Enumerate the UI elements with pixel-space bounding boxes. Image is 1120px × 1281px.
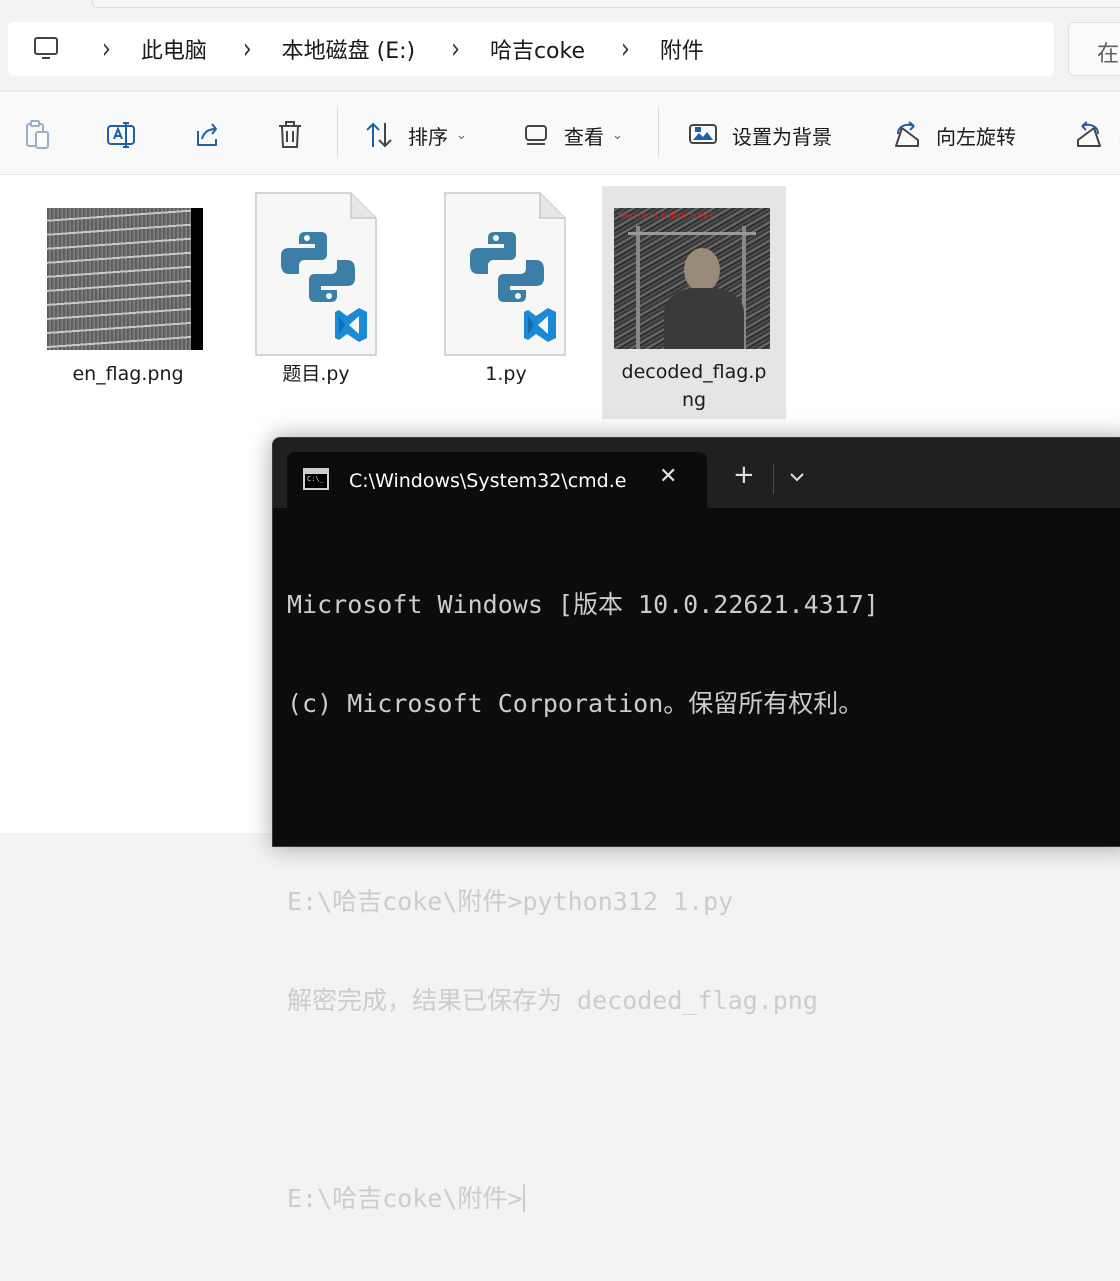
rotate-left-label: 向左旋转: [936, 124, 1016, 149]
thumbnail-overlay-text: flag{hello_hajimi_coke}: [618, 211, 714, 220]
chevron-down-icon[interactable]: [789, 472, 805, 482]
python-file-icon: [444, 192, 566, 356]
thumbnail-border: [191, 208, 203, 350]
view-button[interactable]: 查看 ⌄: [524, 117, 623, 153]
delete-button[interactable]: [276, 117, 304, 153]
breadcrumb[interactable]: › 此电脑 › 本地磁盘 (E:) › 哈吉coke › 附件: [8, 22, 1054, 76]
rotate-right-button[interactable]: 向: [1074, 117, 1120, 153]
rename-button[interactable]: [106, 117, 138, 153]
address-bar-area: › 此电脑 › 本地磁盘 (E:) › 哈吉coke › 附件 在: [0, 0, 1120, 92]
sort-button[interactable]: 排序 ⌄: [364, 117, 467, 153]
close-tab-icon[interactable]: ✕: [659, 464, 677, 489]
share-icon: [197, 123, 217, 146]
sort-label: 排序: [408, 124, 448, 149]
share-button[interactable]: [192, 117, 222, 153]
terminal-line: Microsoft Windows [版本 10.0.22621.4317]: [287, 590, 879, 619]
trash-icon: [279, 121, 301, 148]
chevron-right-icon[interactable]: ›: [621, 33, 630, 66]
terminal-line: (c) Microsoft Corporation。保留所有权利。: [287, 689, 864, 718]
toolbar-divider: [337, 107, 338, 157]
tab-strip-edge: [92, 0, 1120, 8]
file-item-en-flag[interactable]: en_flag.png: [38, 194, 218, 414]
chevron-right-icon[interactable]: ›: [243, 33, 252, 66]
command-bar: 排序 ⌄ 查看 ⌄ 设置为背景 向左旋转: [0, 93, 1120, 175]
paste-button[interactable]: [24, 117, 52, 153]
terminal-line: E:\哈吉coke\附件>python312 1.py: [287, 887, 734, 916]
terminal-window[interactable]: C:\Windows\System32\cmd.e ✕ + Microsoft …: [272, 437, 1120, 1213]
terminal-titlebar[interactable]: C:\Windows\System32\cmd.e ✕ +: [273, 438, 1120, 508]
breadcrumb-this-pc[interactable]: 此电脑: [141, 33, 207, 65]
terminal-line: 解密完成，结果已保存为 decoded_flag.png: [287, 986, 818, 1015]
file-item-1-py[interactable]: 1.py: [418, 192, 594, 414]
chevron-right-icon[interactable]: ›: [451, 33, 460, 66]
rotate-left-icon: [895, 121, 919, 147]
search-placeholder: 在: [1097, 42, 1120, 67]
image-thumbnail: flag{hello_hajimi_coke}: [614, 208, 770, 349]
toolbar-divider: [658, 107, 659, 157]
file-name: 题目.py: [282, 363, 350, 385]
file-item-decoded-flag[interactable]: flag{hello_hajimi_coke} decoded_flag.p n…: [602, 186, 786, 419]
sort-icon: [366, 122, 392, 148]
search-input[interactable]: 在: [1068, 22, 1120, 76]
text-cursor: [523, 1184, 526, 1212]
terminal-output[interactable]: Microsoft Windows [版本 10.0.22621.4317] (…: [287, 522, 879, 1281]
set-as-background-button[interactable]: 设置为背景: [688, 117, 832, 153]
terminal-prompt: E:\哈吉coke\附件>: [287, 1184, 523, 1213]
image-thumbnail: [47, 208, 191, 350]
titlebar-divider: [773, 464, 774, 494]
set-as-background-label: 设置为背景: [732, 124, 832, 149]
clipboard-icon: [26, 120, 49, 149]
view-icon: [525, 125, 547, 145]
rename-icon: [107, 122, 135, 148]
view-label: 查看: [564, 124, 604, 149]
breadcrumb-folder-attachments[interactable]: 附件: [660, 33, 704, 65]
rotate-right-icon: [1077, 121, 1101, 147]
breadcrumb-folder-hajicoke[interactable]: 哈吉coke: [490, 33, 585, 65]
chevron-right-icon[interactable]: ›: [102, 33, 111, 66]
file-item-timu-py[interactable]: 题目.py: [230, 192, 402, 414]
python-file-icon: [255, 192, 377, 356]
tab-title: C:\Windows\System32\cmd.e: [349, 470, 627, 492]
terminal-prompt-line: E:\哈吉coke\附件>: [287, 1182, 879, 1215]
cmd-icon: [303, 468, 329, 490]
chevron-down-icon: ⌄: [456, 127, 467, 143]
breadcrumb-local-disk[interactable]: 本地磁盘 (E:): [282, 33, 415, 65]
file-name: decoded_flag.p ng: [621, 361, 767, 411]
new-tab-button[interactable]: +: [733, 462, 755, 488]
computer-icon[interactable]: [34, 37, 62, 61]
rotate-left-button[interactable]: 向左旋转: [892, 117, 1016, 153]
chevron-down-icon: ⌄: [612, 127, 623, 143]
terminal-tab[interactable]: C:\Windows\System32\cmd.e ✕: [287, 452, 707, 508]
wallpaper-icon: [689, 124, 717, 144]
file-name: en_flag.png: [72, 363, 184, 385]
file-name: 1.py: [485, 363, 527, 385]
